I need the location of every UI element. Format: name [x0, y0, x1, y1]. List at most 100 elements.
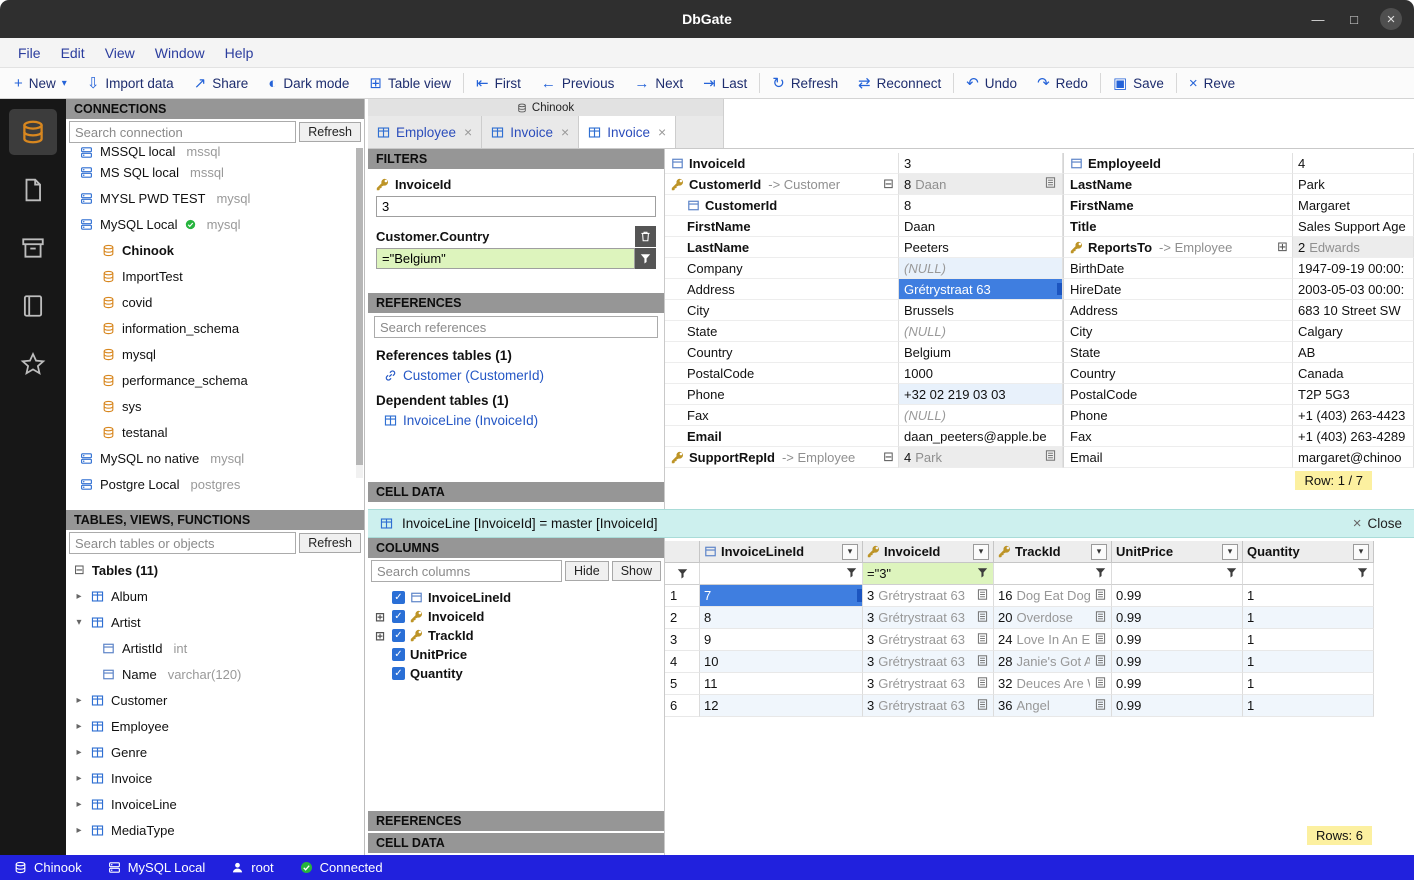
status-root[interactable]: root	[231, 860, 273, 875]
tree-item-customer[interactable]: ▸Customer	[66, 687, 364, 713]
column-item-invoiceid[interactable]: ⊞✓InvoiceId	[368, 607, 664, 626]
menu-help[interactable]: Help	[215, 42, 264, 64]
form-value-company[interactable]: (NULL)	[899, 258, 1063, 279]
form-value-state[interactable]: AB	[1293, 342, 1414, 363]
connection-ms-sql-local[interactable]: MS SQL localmssql	[66, 159, 364, 185]
cell-unitprice[interactable]: 0.99	[1112, 629, 1243, 651]
toolbar-save-button[interactable]: ▣Save	[1103, 68, 1174, 98]
chevron-collapsed-icon[interactable]: ▸	[74, 695, 84, 706]
search-connection-input[interactable]	[69, 121, 296, 143]
form-value-country[interactable]: Canada	[1293, 363, 1414, 384]
connection-postgre-local[interactable]: Postgre Localpostgres	[66, 471, 364, 497]
toolbar-last-button[interactable]: ⇥Last	[693, 68, 757, 98]
form-value-reportsto[interactable]: 2Edwards	[1293, 237, 1414, 258]
cell-invoicelineid[interactable]: 11	[700, 673, 863, 695]
expand-box-icon[interactable]: ⊞	[375, 610, 385, 624]
cell-unitprice[interactable]: 0.99	[1112, 607, 1243, 629]
open-form-button[interactable]	[976, 676, 989, 692]
expand-box-icon[interactable]: ⊞	[1277, 239, 1288, 255]
form-value-postalcode[interactable]: 1000	[899, 363, 1063, 384]
rail-item-archive[interactable]	[9, 225, 57, 271]
filter-value-input[interactable]	[376, 196, 656, 217]
tree-item-mediatype[interactable]: ▸MediaType	[66, 817, 364, 843]
open-form-button[interactable]	[1094, 588, 1107, 604]
connection-chinook[interactable]: Chinook	[66, 237, 364, 263]
cell-invoiceid[interactable]: 3Grétrystraat 63	[863, 673, 994, 695]
cell-unitprice[interactable]: 0.99	[1112, 673, 1243, 695]
cell-quantity[interactable]: 1	[1243, 629, 1374, 651]
connection-mysql-local[interactable]: MySQL Localmysql	[66, 211, 364, 237]
form-value-invoiceid[interactable]: 3	[899, 153, 1063, 174]
scrollbar-thumb[interactable]	[356, 148, 363, 465]
close-detail-button[interactable]: × Close	[1353, 515, 1402, 532]
minimize-button[interactable]: —	[1308, 9, 1328, 29]
open-form-button[interactable]	[976, 632, 989, 648]
rail-item-history[interactable]	[9, 283, 57, 329]
form-value-customerid[interactable]: 8	[899, 195, 1063, 216]
chevron-collapsed-icon[interactable]: ▸	[74, 721, 84, 732]
connections-scrollbar[interactable]	[356, 148, 363, 478]
toolbar-reconnect-button[interactable]: ⇄Reconnect	[848, 68, 951, 98]
connection-importtest[interactable]: ImportTest	[66, 263, 364, 289]
close-tab-icon[interactable]: ×	[561, 124, 569, 140]
search-references-input[interactable]	[374, 316, 658, 338]
form-value-employeeid[interactable]: 4	[1293, 153, 1414, 174]
toolbar-undo-button[interactable]: ↶Undo	[956, 68, 1027, 98]
rail-item-connections[interactable]	[9, 109, 57, 155]
collapse-box-icon[interactable]: ⊟	[74, 562, 85, 578]
toolbar-share-button[interactable]: ↗Share	[184, 68, 259, 98]
open-form-button[interactable]	[976, 588, 989, 604]
open-form-button[interactable]	[1094, 632, 1107, 648]
cell-invoiceid[interactable]: 3Grétrystraat 63	[863, 695, 994, 717]
cell-invoicelineid[interactable]: 9	[700, 629, 863, 651]
toolbar-redo-button[interactable]: ↷Redo	[1027, 68, 1098, 98]
form-value-state[interactable]: (NULL)	[899, 321, 1063, 342]
filter-cell-trackid[interactable]	[994, 563, 1112, 585]
cell-trackid[interactable]: 36Angel	[994, 695, 1112, 717]
form-value-birthdate[interactable]: 1947-09-19 00:00:	[1293, 258, 1414, 279]
form-value-firstname[interactable]: Daan	[899, 216, 1063, 237]
tree-item-genre[interactable]: ▸Genre	[66, 739, 364, 765]
cell-invoicelineid[interactable]: 8	[700, 607, 863, 629]
cell-quantity[interactable]: 1	[1243, 695, 1374, 717]
column-item-unitprice[interactable]: ✓UnitPrice	[368, 645, 664, 664]
checkbox-trackid[interactable]: ✓	[392, 629, 405, 642]
cell-trackid[interactable]: 20Overdose	[994, 607, 1112, 629]
form-value-email[interactable]: daan_peeters@apple.be	[899, 426, 1063, 447]
cell-trackid[interactable]: 32Deuces Are W	[994, 673, 1112, 695]
cell-unitprice[interactable]: 0.99	[1112, 695, 1243, 717]
collapse-box-icon[interactable]: ⊟	[883, 176, 894, 192]
column-menu-button[interactable]: ▾	[1222, 544, 1238, 560]
checkbox-invoiceid[interactable]: ✓	[392, 610, 405, 623]
connection-covid[interactable]: covid	[66, 289, 364, 315]
cell-trackid[interactable]: 28Janie's Got A	[994, 651, 1112, 673]
tree-item-invoiceline[interactable]: ▸InvoiceLine	[66, 791, 364, 817]
cell-unitprice[interactable]: 0.99	[1112, 651, 1243, 673]
chevron-expanded-icon[interactable]: ▾	[74, 617, 84, 628]
checkbox-unitprice[interactable]: ✓	[392, 648, 405, 661]
connection-sys[interactable]: sys	[66, 393, 364, 419]
close-button[interactable]: ×	[1380, 8, 1402, 30]
open-form-button[interactable]	[1094, 676, 1107, 692]
toolbar-reve-button[interactable]: ×Reve	[1179, 68, 1245, 98]
form-value-address[interactable]: 683 10 Street SW	[1293, 300, 1414, 321]
cell-invoiceid[interactable]: 3Grétrystraat 63	[863, 651, 994, 673]
connection-mysql[interactable]: mysql	[66, 341, 364, 367]
toolbar-import-data-button[interactable]: ⇩Import data	[77, 68, 184, 98]
filter-funnel-icon[interactable]	[1094, 566, 1107, 582]
maximize-button[interactable]: □	[1344, 9, 1364, 29]
filter-funnel-icon[interactable]	[1356, 566, 1369, 582]
cell-invoiceid[interactable]: 3Grétrystraat 63	[863, 607, 994, 629]
toolbar-previous-button[interactable]: ←Previous	[531, 68, 625, 98]
search-columns-input[interactable]	[371, 560, 562, 582]
toolbar-first-button[interactable]: ⇤First	[466, 68, 531, 98]
grid-filter-toggle[interactable]	[665, 563, 700, 585]
rail-item-favorites[interactable]	[9, 341, 57, 387]
column-item-quantity[interactable]: ✓Quantity	[368, 664, 664, 683]
column-header-invoicelineid[interactable]: InvoiceLineId▾	[700, 541, 863, 563]
cell-invoicelineid[interactable]: 10	[700, 651, 863, 673]
form-value-country[interactable]: Belgium	[899, 342, 1063, 363]
toolbar-dark-mode-button[interactable]: ◐Dark mode	[258, 68, 359, 98]
chevron-collapsed-icon[interactable]: ▸	[74, 747, 84, 758]
form-value-address[interactable]: Grétrystraat 63	[899, 279, 1063, 300]
